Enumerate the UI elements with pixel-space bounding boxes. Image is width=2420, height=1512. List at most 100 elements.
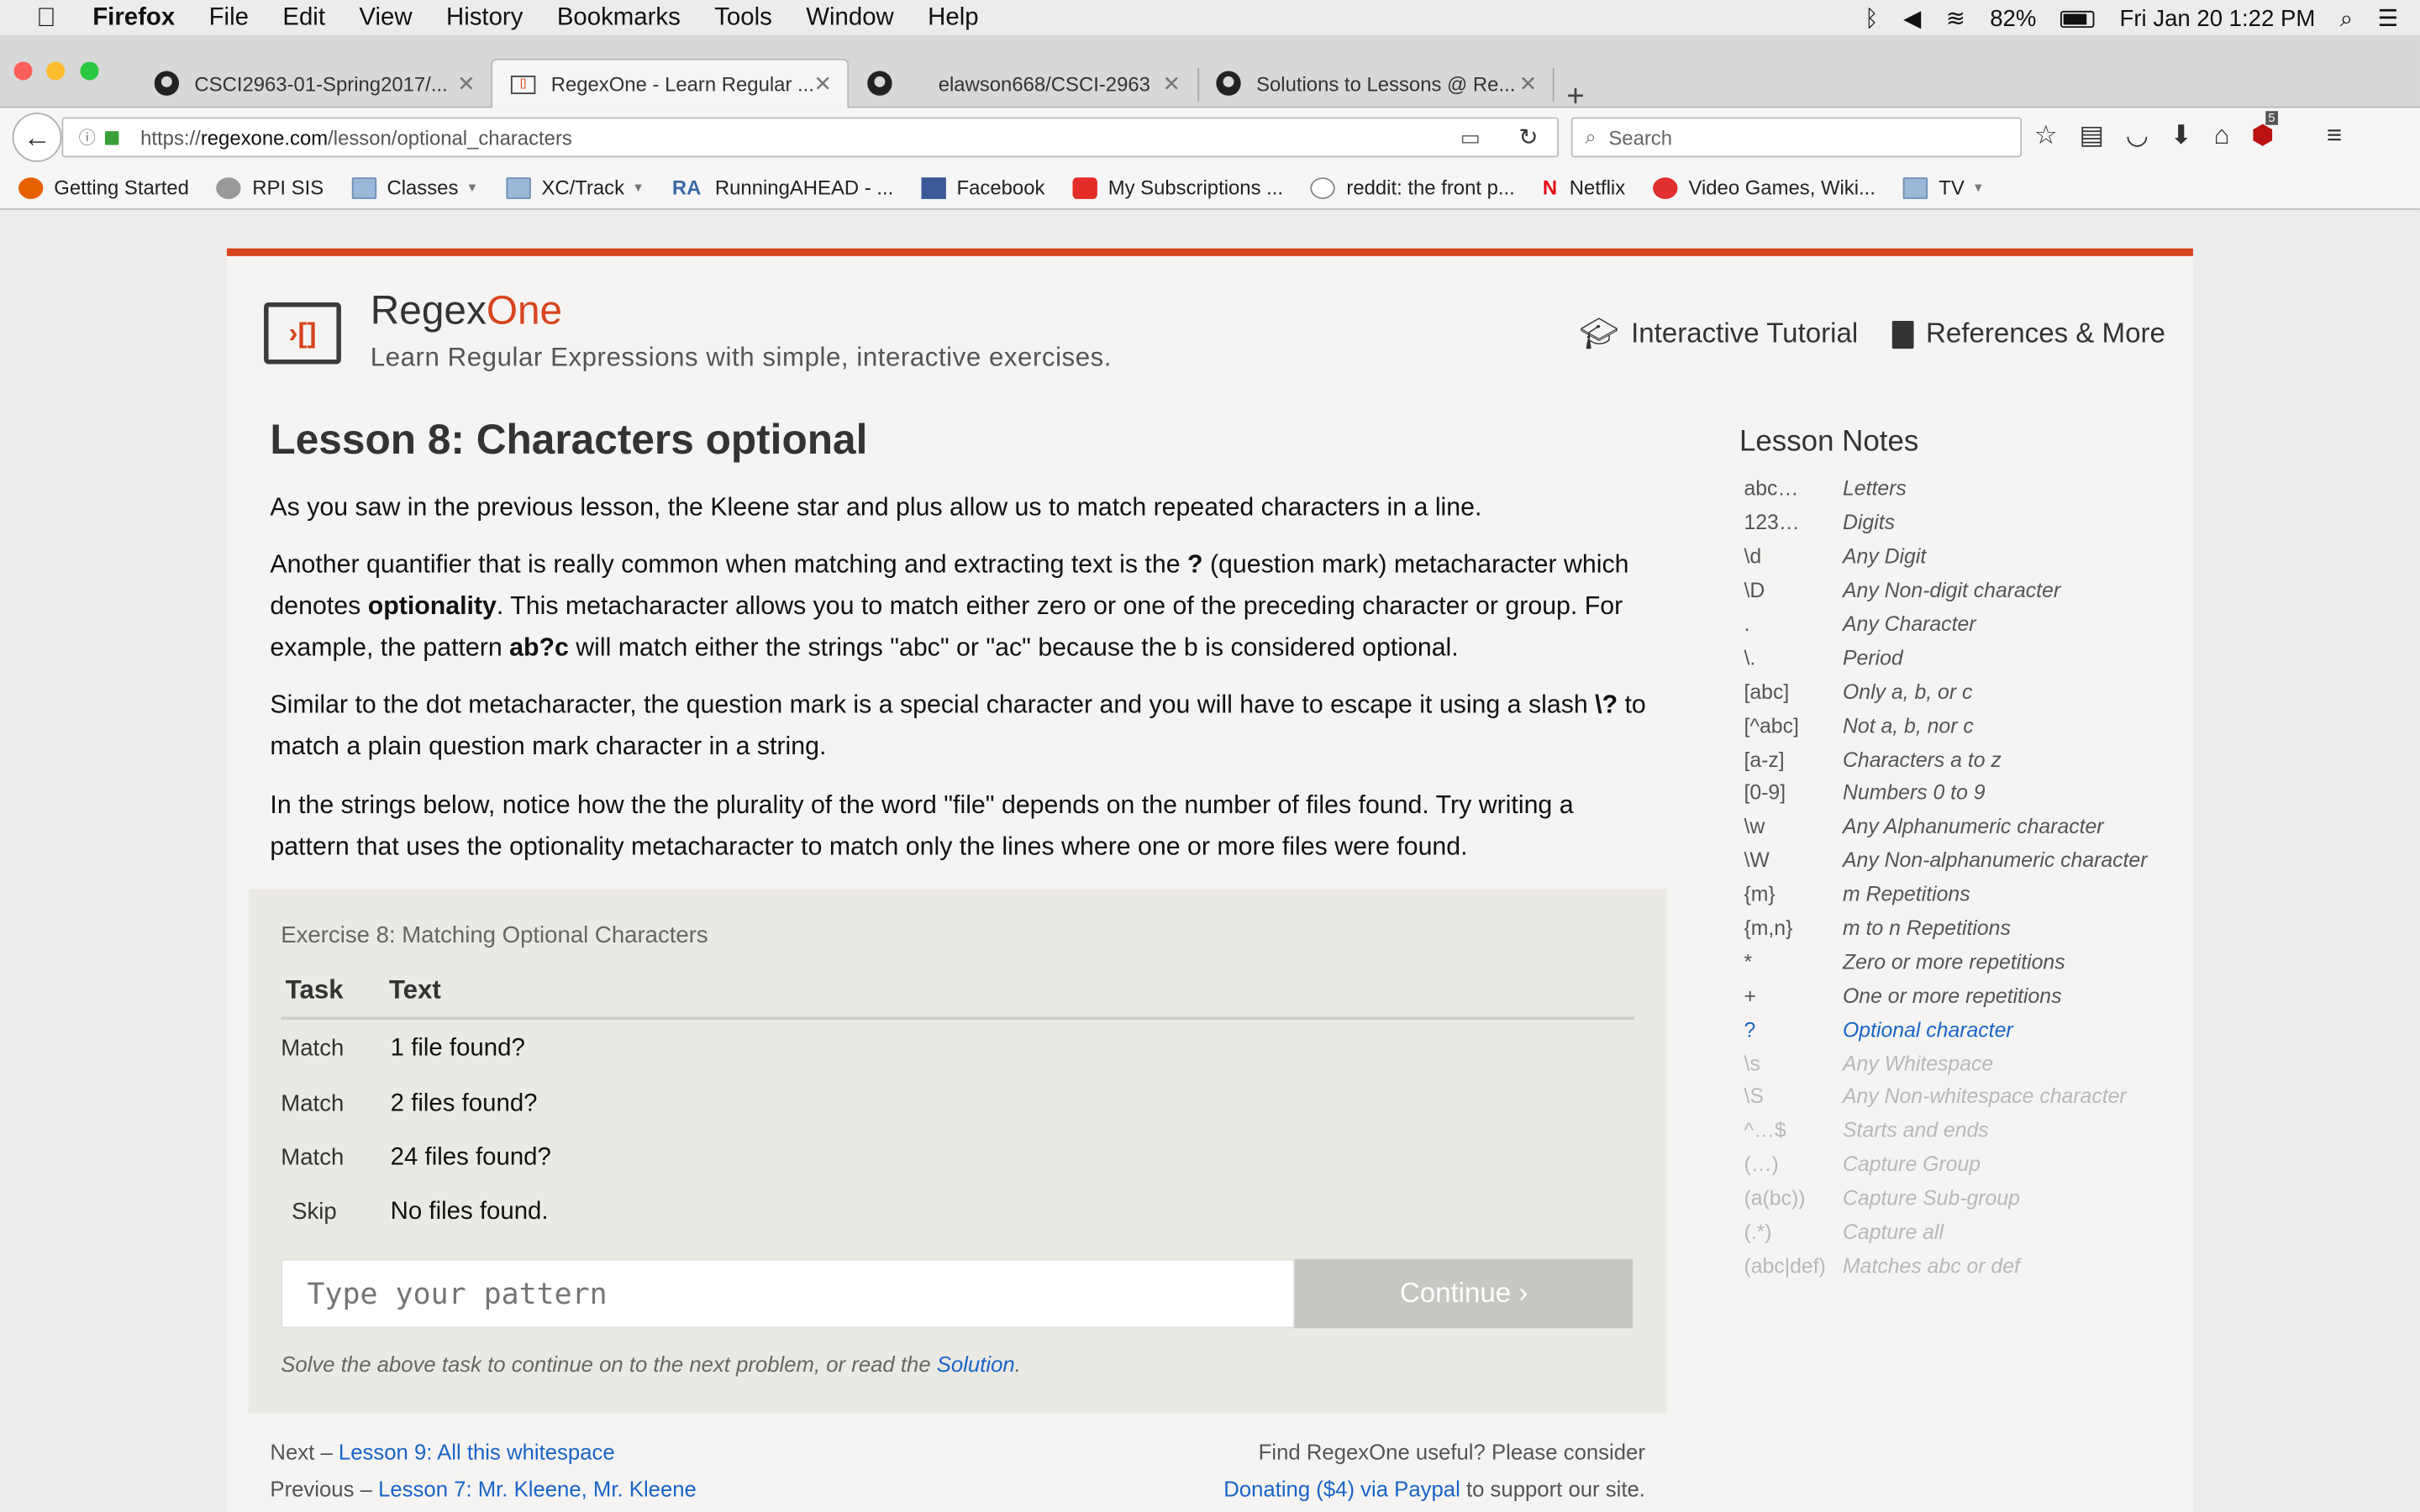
site-brand[interactable]: RegexOne: [371, 287, 562, 335]
nav-interactive-tutorial[interactable]: 🎓︎ Interactive Tutorial: [1580, 315, 1858, 354]
lesson-note-item[interactable]: + One or more repetitions: [1744, 979, 2191, 1012]
github-icon: [154, 71, 180, 96]
lesson-note-item[interactable]: abc… Letters: [1744, 472, 2191, 506]
search-bar[interactable]: ⌕ Search: [1570, 117, 2023, 158]
lesson-note-item[interactable]: 123… Digits: [1744, 506, 2191, 539]
bookmark-folder-xc-track[interactable]: XC/Track ▼: [506, 176, 644, 199]
bookmark-rpi-sis[interactable]: RPI SIS: [216, 176, 324, 199]
bookmark-video-games-wiki[interactable]: Video Games, Wiki...: [1653, 176, 1876, 199]
note-syntax: \W: [1744, 848, 1770, 873]
bookmark-facebook[interactable]: Facebook: [921, 176, 1044, 199]
lesson-note-item[interactable]: * Zero or more repetitions: [1744, 945, 2191, 979]
reading-list-icon[interactable]: ▤: [2079, 120, 2104, 151]
close-tab-icon[interactable]: ✕: [1163, 71, 1181, 97]
note-syntax: +: [1744, 984, 1756, 1007]
lesson-note-item[interactable]: \W Any Non-alphanumeric character: [1744, 843, 2191, 877]
back-button[interactable]: ←: [12, 113, 62, 162]
lesson-note-item[interactable]: ? Optional character: [1744, 1012, 2191, 1046]
clock[interactable]: Fri Jan 20 1:22 PM: [2120, 5, 2316, 31]
pattern-input[interactable]: [281, 1258, 1295, 1329]
prev-lesson-link[interactable]: Lesson 7: Mr. Kleene, Mr. Kleene: [378, 1477, 697, 1501]
lesson-note-item[interactable]: \D Any Non-digit character: [1744, 574, 2191, 607]
lesson-note-item[interactable]: (.*) Capture all: [1744, 1215, 2191, 1249]
next-lesson-link[interactable]: Lesson 9: All this whitespace: [339, 1440, 615, 1464]
reader-view-icon[interactable]: ▭: [1460, 124, 1481, 150]
reload-icon[interactable]: ↻: [1518, 123, 1538, 151]
menu-app-name[interactable]: Firefox: [92, 4, 175, 32]
lesson-note-item[interactable]: [0-9] Numbers 0 to 9: [1744, 776, 2191, 810]
menu-tools[interactable]: Tools: [714, 4, 772, 32]
lesson-note-item[interactable]: {m} m Repetitions: [1744, 878, 2191, 911]
nav-references[interactable]: References & More: [1891, 315, 2165, 354]
apple-icon[interactable]: : [0, 3, 92, 34]
note-syntax: abc…: [1744, 477, 1799, 501]
task-text: 2 files found?: [390, 1090, 538, 1117]
lesson-note-item[interactable]: (a(bc)) Capture Sub-group: [1744, 1181, 2191, 1215]
lesson-note-item[interactable]: . Any Character: [1744, 607, 2191, 641]
pocket-icon[interactable]: ◡: [2126, 120, 2149, 151]
lesson-notes-title: Lesson Notes: [1739, 425, 1919, 459]
bluetooth-icon[interactable]: ᛒ: [1865, 5, 1879, 31]
continue-button[interactable]: Continue ›: [1294, 1258, 1634, 1329]
menu-file[interactable]: File: [209, 4, 249, 32]
menu-window[interactable]: Window: [806, 4, 894, 32]
wifi-icon[interactable]: ≋: [1946, 5, 1965, 32]
chevron-down-icon: ▼: [466, 180, 479, 195]
donate-link[interactable]: Donating ($4) via Paypal: [1223, 1477, 1460, 1501]
home-icon[interactable]: ⌂: [2214, 120, 2230, 151]
lesson-note-item[interactable]: \d Any Digit: [1744, 539, 2191, 573]
minimize-window-button[interactable]: [46, 61, 66, 81]
menu-help[interactable]: Help: [928, 4, 978, 32]
tab-elawson-repo[interactable]: elawson668/CSCI-2963 ✕: [849, 59, 1196, 108]
lesson-note-item[interactable]: \S Any Non-whitespace character: [1744, 1080, 2191, 1114]
bookmark-netflix[interactable]: N Netflix: [1543, 176, 1625, 199]
close-tab-icon[interactable]: ✕: [813, 71, 832, 97]
url-path: /lesson/optional_characters: [328, 125, 572, 150]
spotlight-search-icon[interactable]: ⌕: [2340, 5, 2353, 31]
bookmark-folder-classes[interactable]: Classes ▼: [351, 176, 478, 199]
lesson-note-item[interactable]: [a-z] Characters a to z: [1744, 743, 2191, 776]
bookmark-reddit[interactable]: reddit: the front p...: [1311, 176, 1515, 199]
notification-center-icon[interactable]: ☰: [2378, 5, 2399, 32]
ublock-icon[interactable]: ⬢ 5: [2251, 111, 2279, 151]
bookmark-star-icon[interactable]: ☆: [2034, 120, 2058, 151]
lesson-note-item[interactable]: \. Period: [1744, 641, 2191, 675]
menu-view[interactable]: View: [359, 4, 412, 32]
lesson-note-item[interactable]: [^abc] Not a, b, nor c: [1744, 708, 2191, 742]
battery-icon[interactable]: [2060, 9, 2096, 28]
lesson-note-item[interactable]: (abc|def) Matches abc or def: [1744, 1249, 2191, 1283]
download-icon[interactable]: ⬇: [2170, 120, 2192, 151]
tab-regexone[interactable]: [] RegexOne - Learn Regular ... ✕: [491, 58, 850, 108]
hamburger-menu-icon[interactable]: ≡: [2327, 120, 2342, 151]
tab-csci2963-repo[interactable]: CSCI2963-01-Spring2017/... ✕: [136, 59, 491, 108]
note-description: Characters a to z: [1843, 747, 2002, 771]
close-window-button[interactable]: [13, 61, 33, 81]
lesson-note-item[interactable]: \w Any Alphanumeric character: [1744, 810, 2191, 843]
bookmark-folder-tv[interactable]: TV ▼: [1903, 176, 1985, 199]
bookmark-runningahead[interactable]: RA RunningAHEAD - ...: [672, 176, 893, 199]
regexone-logo-icon[interactable]: ›[]: [264, 302, 341, 365]
note-description: Capture Group: [1843, 1152, 1981, 1177]
bookmark-youtube-subscriptions[interactable]: My Subscriptions ...: [1072, 176, 1283, 199]
exercise-row: Match 24 files found?: [281, 1145, 1634, 1191]
bookmark-getting-started[interactable]: Getting Started: [18, 176, 189, 199]
info-icon[interactable]: ⓘ: [79, 125, 96, 150]
menu-history[interactable]: History: [446, 4, 523, 32]
menu-edit[interactable]: Edit: [282, 4, 325, 32]
tab-solutions[interactable]: Solutions to Lessons @ Re... ✕: [1197, 59, 1552, 108]
lesson-note-item[interactable]: ^…$ Starts and ends: [1744, 1114, 2191, 1147]
close-tab-icon[interactable]: ✕: [1519, 71, 1538, 97]
lesson-note-item[interactable]: \s Any Whitespace: [1744, 1047, 2191, 1080]
ublock-badge: 5: [2265, 111, 2279, 125]
note-syntax: \w: [1744, 815, 1765, 838]
lesson-note-item[interactable]: [abc] Only a, b, or c: [1744, 675, 2191, 708]
close-tab-icon[interactable]: ✕: [457, 71, 476, 97]
url-bar[interactable]: ⓘ https://regexone.com/lesson/optional_c…: [61, 117, 1560, 158]
menu-bookmarks[interactable]: Bookmarks: [557, 4, 681, 32]
lesson-title: Lesson 8: Characters optional: [270, 416, 868, 464]
lesson-note-item[interactable]: (…) Capture Group: [1744, 1147, 2191, 1181]
lesson-note-item[interactable]: {m,n} m to n Repetitions: [1744, 911, 2191, 945]
zoom-window-button[interactable]: [80, 61, 99, 81]
solution-link[interactable]: Solution: [937, 1352, 1015, 1376]
volume-icon[interactable]: ◀: [1903, 5, 1921, 32]
